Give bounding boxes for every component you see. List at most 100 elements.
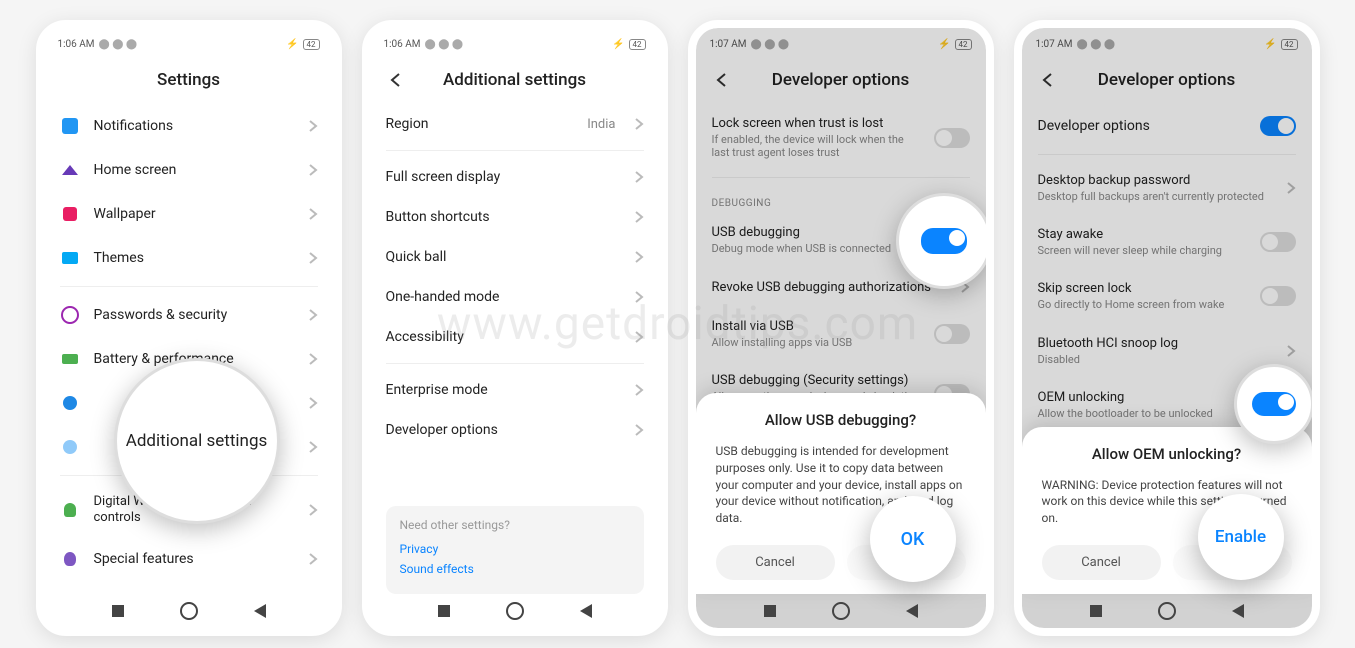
enable-button-highlight[interactable]: Enable xyxy=(1215,527,1266,547)
chevron-right-icon xyxy=(634,170,644,184)
settings-row-themes[interactable]: Themes xyxy=(60,236,318,280)
row-lockscreen-trust[interactable]: Lock screen when trust is lost If enable… xyxy=(712,104,970,171)
row-region[interactable]: Region India xyxy=(386,104,644,144)
nav-back[interactable] xyxy=(580,604,592,618)
settings-row-home[interactable]: Home screen xyxy=(60,148,318,192)
nav-bar xyxy=(44,594,334,628)
row-button-shortcuts[interactable]: Button shortcuts xyxy=(386,197,644,237)
chevron-right-icon xyxy=(634,423,644,437)
row-desktop-backup[interactable]: Desktop backup password Desktop full bac… xyxy=(1038,161,1296,215)
status-bar: 1:07 AM⬤ ⬤ ⬤ ⚡42 xyxy=(696,28,986,60)
chevron-right-icon xyxy=(308,352,318,366)
row-one-handed[interactable]: One-handed mode xyxy=(386,277,644,317)
chevron-right-icon xyxy=(634,117,644,131)
nav-bar xyxy=(370,594,660,628)
wellbeing-icon xyxy=(64,503,76,517)
nav-home[interactable] xyxy=(832,602,850,620)
nav-back[interactable] xyxy=(906,604,918,618)
toggle-install-usb[interactable] xyxy=(934,324,970,344)
ok-button-highlight[interactable]: OK xyxy=(901,529,925,550)
row-enterprise[interactable]: Enterprise mode xyxy=(386,370,644,410)
nav-home[interactable] xyxy=(1158,602,1176,620)
row-stay-awake[interactable]: Stay awake Screen will never sleep while… xyxy=(1038,215,1296,269)
nav-recents[interactable] xyxy=(1090,605,1102,617)
highlight-oem-toggle xyxy=(1234,364,1314,444)
link-privacy[interactable]: Privacy xyxy=(400,542,630,556)
toggle-oem-unlocking[interactable] xyxy=(1252,392,1296,416)
settings-row-wallpaper[interactable]: Wallpaper xyxy=(60,192,318,236)
nav-back[interactable] xyxy=(1232,604,1244,618)
chevron-right-icon xyxy=(308,308,318,322)
toggle-lockscreen[interactable] xyxy=(934,128,970,148)
battery-icon xyxy=(62,354,78,364)
settings-row-security[interactable]: Passwords & security xyxy=(60,293,318,337)
chevron-right-icon xyxy=(308,440,318,454)
row-accessibility[interactable]: Accessibility xyxy=(386,317,644,357)
highlight-enable-button: Enable xyxy=(1198,494,1284,580)
status-bar: 1:06 AM⬤ ⬤ ⬤ ⚡42 xyxy=(44,28,334,60)
toggle-dev-options[interactable] xyxy=(1260,116,1296,136)
row-quick-ball[interactable]: Quick ball xyxy=(386,237,644,277)
chevron-right-icon xyxy=(1286,181,1296,195)
row-dev-options-master[interactable]: Developer options xyxy=(1038,104,1296,148)
gear-icon xyxy=(63,396,77,410)
nav-back[interactable] xyxy=(254,604,266,618)
chevron-right-icon xyxy=(634,330,644,344)
page-title: Developer options xyxy=(1038,70,1296,90)
nav-bar xyxy=(1022,594,1312,628)
chevron-right-icon xyxy=(308,552,318,566)
chevron-right-icon xyxy=(634,383,644,397)
header: Additional settings xyxy=(370,60,660,104)
row-developer-options[interactable]: Developer options xyxy=(386,410,644,450)
nav-home[interactable] xyxy=(506,602,524,620)
toggle-usb-debugging[interactable] xyxy=(921,228,967,254)
page-title: Additional settings xyxy=(386,70,644,90)
phone-settings: 1:06 AM⬤ ⬤ ⬤ ⚡42 Settings Notifications … xyxy=(36,20,342,636)
settings-row-special[interactable]: Special features xyxy=(60,537,318,581)
nav-recents[interactable] xyxy=(112,605,124,617)
chevron-right-icon xyxy=(308,396,318,410)
page-title: Developer options xyxy=(712,70,970,90)
status-time: 1:06 AM xyxy=(384,39,421,50)
chevron-right-icon xyxy=(1286,344,1296,358)
row-skip-lock[interactable]: Skip screen lock Go directly to Home scr… xyxy=(1038,269,1296,323)
highlight-additional-settings: Additional settings xyxy=(114,358,280,524)
settings-row-notifications[interactable]: Notifications xyxy=(60,104,318,148)
nav-bar xyxy=(696,594,986,628)
security-icon xyxy=(61,306,79,324)
region-value: India xyxy=(587,117,615,132)
home-icon xyxy=(62,165,78,175)
row-fullscreen[interactable]: Full screen display xyxy=(386,157,644,197)
phone-dev-oem: 1:07 AM⬤ ⬤ ⬤ ⚡42 Developer options Devel… xyxy=(1014,20,1320,636)
chevron-right-icon xyxy=(308,163,318,177)
status-bar: 1:06 AM⬤ ⬤ ⬤ ⚡42 xyxy=(370,28,660,60)
nav-home[interactable] xyxy=(180,602,198,620)
row-install-usb[interactable]: Install via USB Allow installing apps vi… xyxy=(712,307,970,361)
link-sound-effects[interactable]: Sound effects xyxy=(400,562,630,576)
back-button[interactable] xyxy=(384,68,408,92)
chevron-right-icon xyxy=(308,251,318,265)
notifications-icon xyxy=(62,118,78,134)
cancel-button[interactable]: Cancel xyxy=(716,545,835,580)
header: Developer options xyxy=(1022,60,1312,104)
cancel-button[interactable]: Cancel xyxy=(1042,545,1161,580)
phone-dev-usb: 1:07 AM⬤ ⬤ ⬤ ⚡42 Developer options Lock … xyxy=(688,20,994,636)
chevron-right-icon xyxy=(308,119,318,133)
back-button[interactable] xyxy=(1036,68,1060,92)
chevron-right-icon xyxy=(308,207,318,221)
chevron-right-icon xyxy=(634,210,644,224)
special-icon xyxy=(64,552,76,566)
chevron-right-icon xyxy=(634,290,644,304)
footer-suggestions: Need other settings? Privacy Sound effec… xyxy=(386,506,644,594)
wallpaper-icon xyxy=(63,207,77,221)
dialog-title: Allow USB debugging? xyxy=(716,411,966,429)
nav-recents[interactable] xyxy=(438,605,450,617)
toggle-skip-lock[interactable] xyxy=(1260,286,1296,306)
themes-icon xyxy=(62,252,78,264)
nav-recents[interactable] xyxy=(764,605,776,617)
back-button[interactable] xyxy=(710,68,734,92)
toggle-stay-awake[interactable] xyxy=(1260,232,1296,252)
status-time: 1:07 AM xyxy=(1036,39,1073,50)
header: Settings xyxy=(44,60,334,104)
chevron-right-icon xyxy=(308,503,318,517)
